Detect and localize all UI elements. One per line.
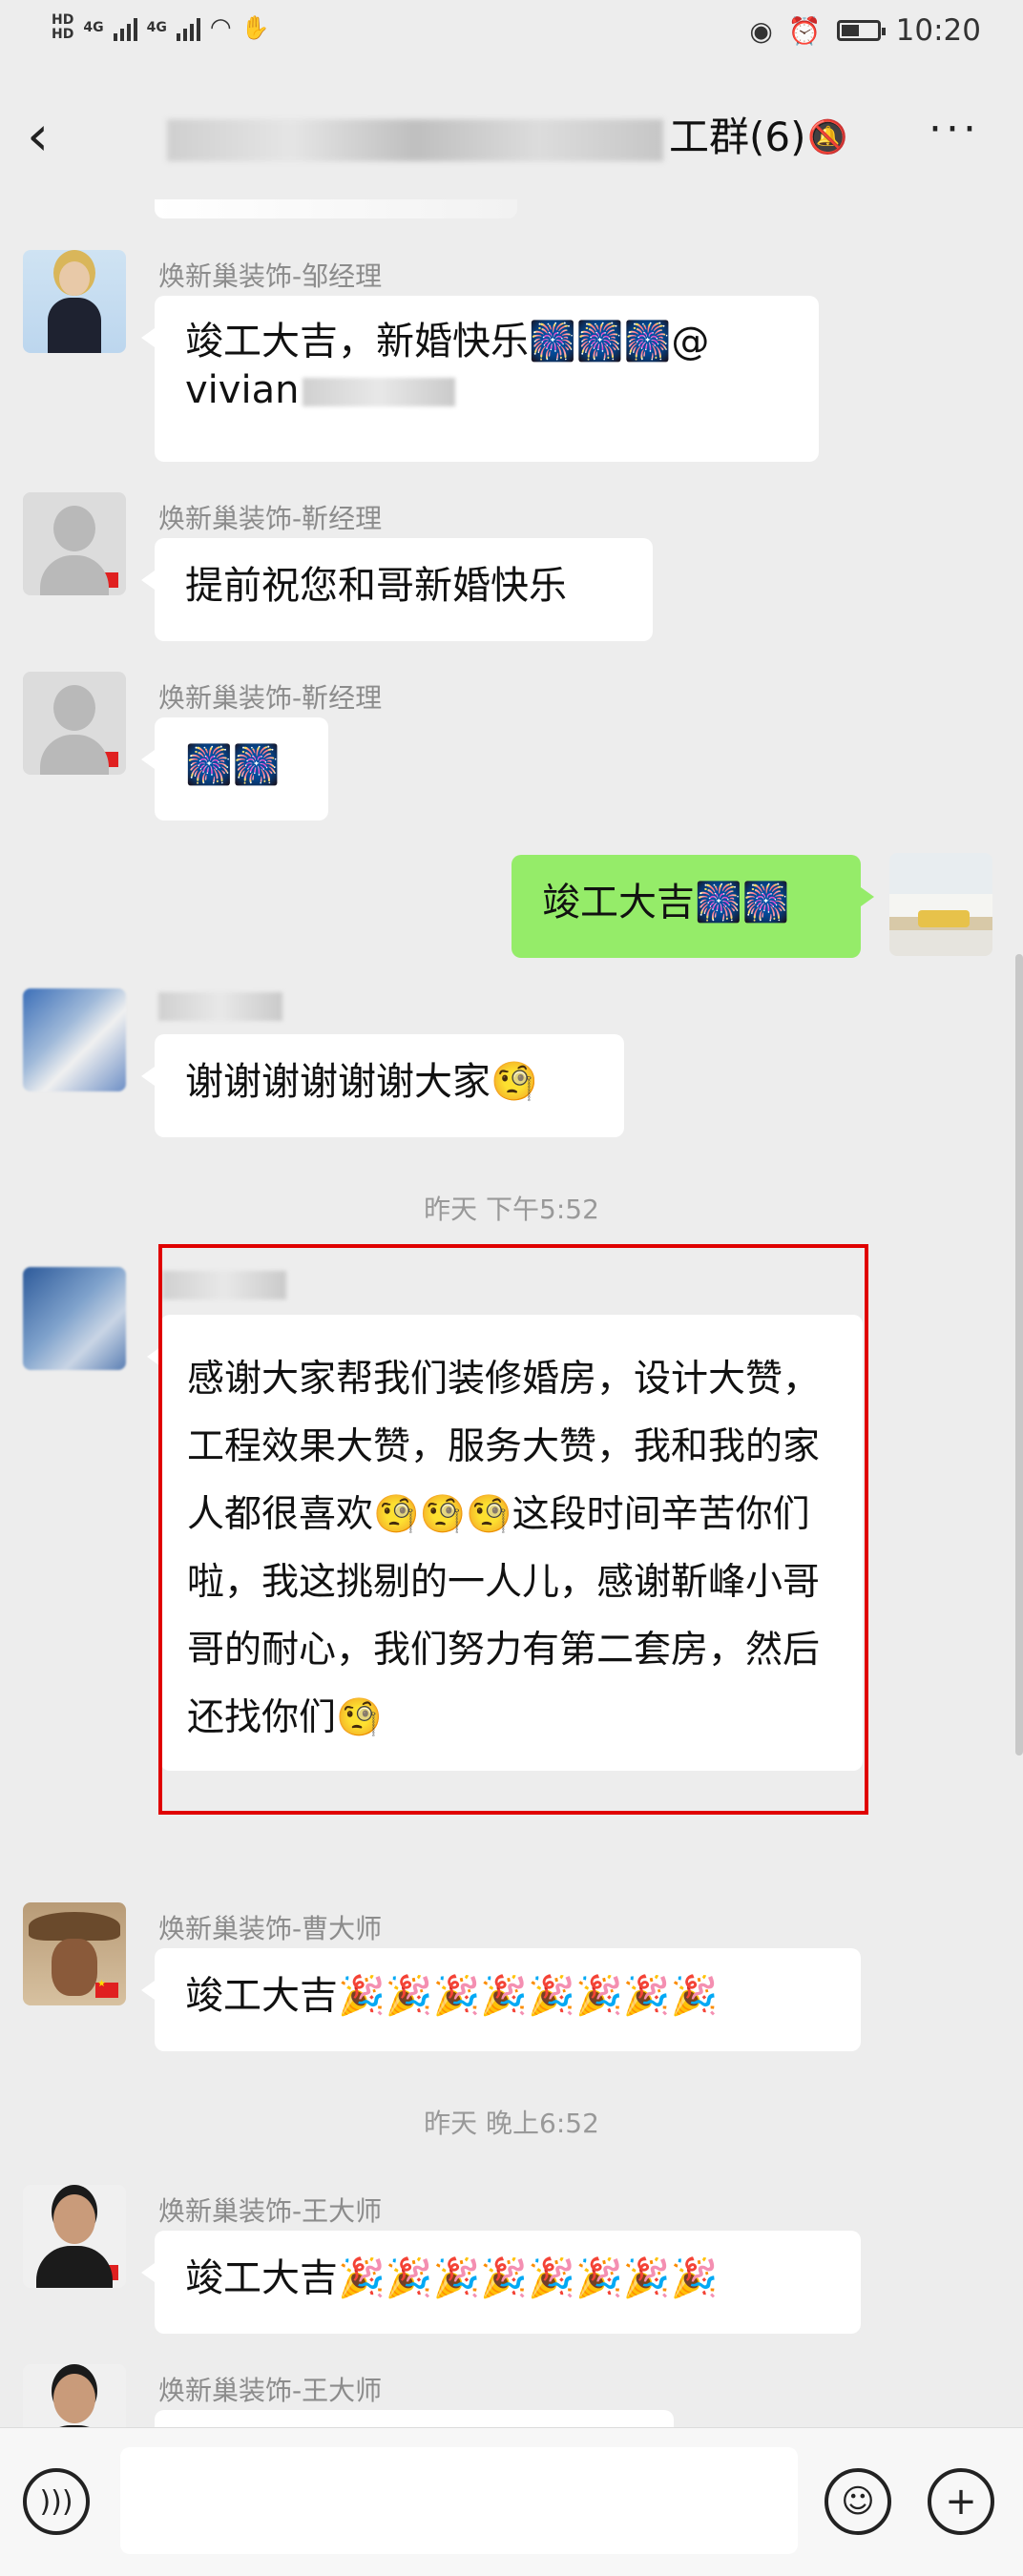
signal-icon-2 bbox=[176, 14, 200, 41]
alarm-icon: ⏰ bbox=[787, 14, 822, 47]
partial-bubble bbox=[155, 199, 517, 218]
redacted-title-part bbox=[167, 118, 663, 161]
redacted-mention bbox=[303, 378, 456, 406]
partial-timestamp: — bbox=[0, 1817, 1023, 1830]
sender-name: 焕新巢装饰-靳经理 bbox=[158, 682, 383, 714]
hd-top-label: HD bbox=[52, 12, 74, 28]
chat-title-text: 工群(6) bbox=[669, 114, 806, 160]
voice-icon[interactable]: ))) bbox=[23, 2468, 90, 2535]
avatar[interactable] bbox=[23, 2185, 126, 2288]
emoji-icon[interactable]: ☺ bbox=[825, 2468, 891, 2535]
sender-name: 焕新巢装饰-王大师 bbox=[158, 2375, 383, 2406]
eye-icon: ◉ bbox=[749, 14, 773, 47]
plus-icon[interactable]: + bbox=[928, 2468, 994, 2535]
timestamp: 昨天 下午5:52 bbox=[424, 1194, 599, 1225]
message-bubble[interactable]: 竣工大吉，新婚快乐🎆🎆🎆@ vivian bbox=[141, 296, 819, 462]
message-bubble[interactable]: 谢谢谢谢谢谢大家🧐 bbox=[141, 1034, 624, 1137]
avatar[interactable] bbox=[23, 672, 126, 775]
message-text: 竣工大吉，新婚快乐🎆🎆🎆@ bbox=[185, 320, 710, 364]
sender-name: 焕新巢装饰-靳经理 bbox=[158, 503, 383, 534]
input-bar: ))) ☺ + bbox=[0, 2427, 1023, 2576]
mention-text: vivian bbox=[185, 368, 300, 412]
avatar[interactable] bbox=[23, 250, 126, 353]
notification-icon: ✋ bbox=[240, 14, 270, 41]
message-bubble-self[interactable]: 竣工大吉🎆🎆 bbox=[512, 855, 874, 958]
message-text-line2: vivian bbox=[185, 368, 788, 412]
message-input[interactable] bbox=[120, 2447, 798, 2554]
status-left: HD HD 4G 4G ◠ ✋ bbox=[52, 13, 270, 43]
sender-name bbox=[158, 992, 282, 1028]
avatar[interactable] bbox=[23, 1902, 126, 2005]
network-type-2: 4G bbox=[146, 19, 167, 35]
avatar[interactable] bbox=[23, 1267, 126, 1370]
hd-bottom-label: HD bbox=[52, 27, 74, 42]
message-bubble-partial[interactable] bbox=[155, 2410, 674, 2427]
sender-name: 焕新巢装饰-邹经理 bbox=[158, 260, 383, 292]
more-icon[interactable]: ··· bbox=[929, 105, 980, 154]
mute-icon: 🔕 bbox=[807, 118, 848, 156]
message-bubble[interactable]: 提前祝您和哥新婚快乐 bbox=[141, 538, 653, 641]
avatar[interactable] bbox=[23, 988, 126, 1091]
flag-icon bbox=[95, 748, 118, 767]
status-right: ◉ ⏰ 10:20 bbox=[749, 13, 981, 48]
flag-icon bbox=[95, 1979, 118, 1998]
flag-icon bbox=[95, 569, 118, 588]
status-time: 10:20 bbox=[895, 13, 981, 48]
avatar-self[interactable] bbox=[889, 853, 992, 956]
message-bubble[interactable]: 竣工大吉🎉🎉🎉🎉🎉🎉🎉🎉 bbox=[141, 1948, 861, 2051]
highlight-box bbox=[158, 1244, 868, 1815]
sender-name: 焕新巢装饰-曹大师 bbox=[158, 1913, 383, 1944]
chat-title: 工群(6) bbox=[167, 109, 806, 166]
redacted-name bbox=[158, 992, 282, 1021]
hd-indicator: HD HD bbox=[52, 13, 73, 42]
status-bar: HD HD 4G 4G ◠ ✋ ◉ ⏰ 10:20 bbox=[0, 0, 1023, 71]
network-type-1: 4G bbox=[83, 19, 104, 35]
avatar[interactable] bbox=[23, 492, 126, 595]
timestamp: 昨天 晚上6:52 bbox=[424, 2108, 599, 2139]
scrollbar[interactable] bbox=[1015, 954, 1023, 1755]
message-bubble[interactable]: 🎆🎆 bbox=[141, 717, 328, 821]
battery-icon bbox=[836, 20, 886, 41]
wifi-icon: ◠ bbox=[209, 13, 232, 42]
sender-name: 焕新巢装饰-王大师 bbox=[158, 2195, 383, 2227]
chat-header: ‹ 工群(6) 🔕 ··· bbox=[0, 71, 1023, 199]
chevron-left-icon[interactable]: ‹ bbox=[27, 105, 65, 166]
signal-icon bbox=[113, 14, 137, 41]
flag-icon bbox=[95, 2261, 118, 2280]
message-bubble[interactable]: 竣工大吉🎉🎉🎉🎉🎉🎉🎉🎉 bbox=[141, 2231, 861, 2334]
avatar[interactable] bbox=[23, 2364, 126, 2427]
